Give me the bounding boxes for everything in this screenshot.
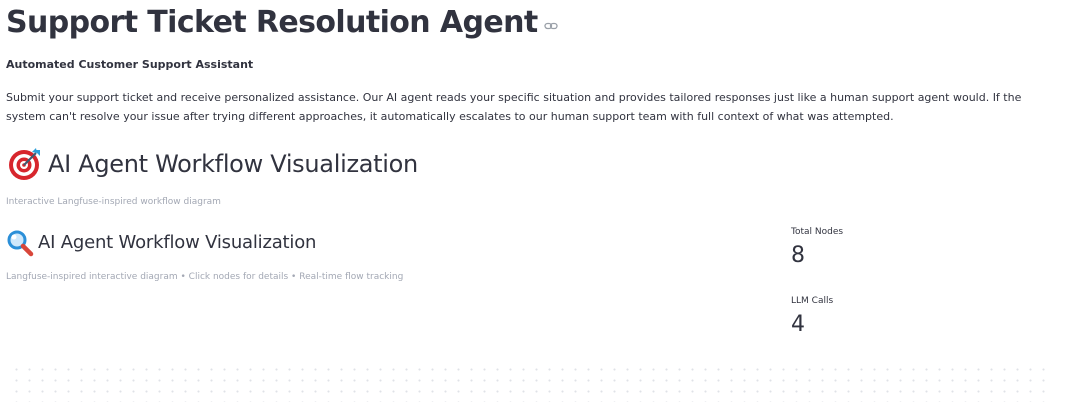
- workflow-section-caption: Interactive Langfuse-inspired workflow d…: [6, 197, 221, 207]
- metric-total-nodes: Total Nodes 8: [791, 226, 843, 271]
- magnifier-icon: [7, 230, 34, 257]
- metric-value: 4: [791, 312, 805, 337]
- workflow-diagram-canvas[interactable]: [8, 362, 1048, 402]
- workflow-section-title: AI Agent Workflow Visualization: [48, 150, 418, 178]
- metric-llm-calls: LLM Calls 4: [791, 295, 833, 340]
- target-icon: [9, 148, 40, 180]
- app-page: Support Ticket Resolution Agent Automate…: [0, 0, 1071, 402]
- metric-label: LLM Calls: [791, 296, 834, 306]
- diagram-panel-header: AI Agent Workflow Visualization: [6, 228, 316, 258]
- diagram-panel-title: AI Agent Workflow Visualization: [38, 232, 317, 253]
- diagram-panel-caption: Langfuse-inspired interactive diagram • …: [6, 272, 404, 282]
- app-subtitle: Automated Customer Support Assistant: [6, 58, 254, 71]
- link-icon[interactable]: [543, 21, 558, 31]
- metric-label: Total Nodes: [791, 227, 844, 237]
- app-description: Submit your support ticket and receive p…: [6, 91, 1022, 123]
- workflow-section-header: AI Agent Workflow Visualization: [6, 146, 418, 182]
- page-title: Support Ticket Resolution Agent: [6, 5, 538, 40]
- page-header: Support Ticket Resolution Agent: [6, 2, 558, 44]
- metric-value: 8: [791, 243, 805, 268]
